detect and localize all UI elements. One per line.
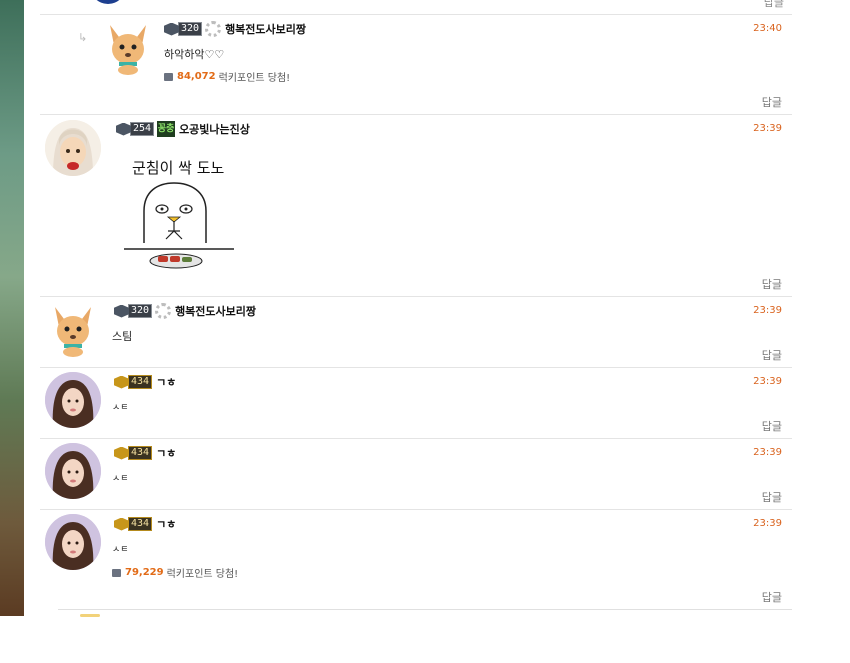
divider xyxy=(58,609,792,610)
nickname[interactable]: ㄱㅎ xyxy=(156,374,176,390)
timestamp: 23:39 xyxy=(753,518,782,529)
avatar[interactable] xyxy=(45,120,101,176)
avatar[interactable] xyxy=(45,443,101,499)
timestamp: 23:39 xyxy=(753,447,782,458)
point-text: 럭키포인트 당첨! xyxy=(218,73,291,84)
timestamp: 23:40 xyxy=(753,23,782,34)
comment-meta: 254 꽁충 오공빛나는진상 xyxy=(116,121,250,137)
next-avatar-fragment xyxy=(80,614,100,617)
level-badge: 320 xyxy=(128,304,153,318)
rank-icon xyxy=(114,446,129,460)
reply-button[interactable]: 답글 xyxy=(762,94,782,110)
reply-button[interactable]: 답글 xyxy=(764,0,784,10)
spinner-icon xyxy=(155,303,172,319)
rank-icon xyxy=(164,22,179,36)
avatar[interactable] xyxy=(45,514,101,570)
reply-button[interactable]: 답글 xyxy=(762,347,782,363)
comment-item: 254 꽁충 오공빛나는진상 23:39 군침이 싹 도노 답글 xyxy=(40,115,792,297)
rank-icon xyxy=(116,122,131,136)
comment-text: ㅅㅌ xyxy=(112,545,129,555)
previous-comment-fragment: 답글 xyxy=(40,0,792,15)
left-background-strip xyxy=(0,0,24,616)
reply-button[interactable]: 답글 xyxy=(762,276,782,292)
avatar[interactable] xyxy=(45,301,101,357)
level-badge: 254 xyxy=(130,122,155,136)
point-text: 럭키포인트 당첨! xyxy=(166,569,239,580)
comment-item: 434 ㄱㅎ 23:39 ㅅㅌ 79,229 럭키포인트 당첨! 답글 xyxy=(40,510,792,609)
avatar xyxy=(90,0,126,4)
level-badge: 434 xyxy=(128,375,153,389)
sticker-caption: 군침이 싹 도노 xyxy=(132,159,225,177)
timestamp: 23:39 xyxy=(753,376,782,387)
gift-icon xyxy=(164,72,173,81)
spinner-icon xyxy=(205,21,222,37)
gift-icon xyxy=(112,568,121,577)
avatar[interactable] xyxy=(45,372,101,428)
point-amount: 84,072 xyxy=(177,71,216,82)
nickname[interactable]: ㄱㅎ xyxy=(156,445,176,461)
lucky-point-notice: 84,072 럭키포인트 당첨! xyxy=(164,69,290,84)
comment-text: 하악하악♡♡ xyxy=(164,48,225,61)
lucky-point-notice: 79,229 럭키포인트 당첨! xyxy=(112,565,238,580)
point-amount: 79,229 xyxy=(125,567,164,578)
timestamp: 23:39 xyxy=(753,123,782,134)
rank-icon xyxy=(114,375,129,389)
level-badge: 434 xyxy=(128,446,153,460)
comment-meta: 434 ㄱㅎ xyxy=(114,516,176,532)
level-badge: 320 xyxy=(178,22,203,36)
nickname[interactable]: 행복전도사보리짱 xyxy=(225,21,306,37)
comment-item: ↳ 320 행복전도사보리짱 23:40 하악하악♡♡ 84,072 럭키포인트… xyxy=(40,15,792,115)
rank-icon xyxy=(114,517,129,531)
reply-button[interactable]: 답글 xyxy=(762,589,782,605)
reply-arrow-icon: ↳ xyxy=(78,31,88,44)
timestamp: 23:39 xyxy=(753,305,782,316)
comment-text: ㅅㅌ xyxy=(112,403,129,413)
comment-text: ㅅㅌ xyxy=(112,474,129,484)
comment-list: 답글 ↳ 320 행복전도사보리짱 23:40 하악하악♡♡ 84,072 럭키… xyxy=(40,0,792,610)
comment-meta: 434 ㄱㅎ xyxy=(114,445,176,461)
avatar[interactable] xyxy=(100,19,156,75)
comment-item: 434 ㄱㅎ 23:39 ㅅㅌ 답글 xyxy=(40,439,792,510)
reply-button[interactable]: 답글 xyxy=(762,418,782,434)
sticker-image xyxy=(124,182,234,269)
comment-item: 434 ㄱㅎ 23:39 ㅅㅌ 답글 xyxy=(40,368,792,439)
comment-text: 스팀 xyxy=(112,330,133,343)
comment-meta: 320 행복전도사보리짱 xyxy=(114,303,256,319)
nickname[interactable]: ㄱㅎ xyxy=(156,516,176,532)
comment-meta: 320 행복전도사보리짱 xyxy=(164,21,306,37)
comment-meta: 434 ㄱㅎ xyxy=(114,374,176,390)
level-badge: 434 xyxy=(128,517,153,531)
nickname[interactable]: 행복전도사보리짱 xyxy=(175,303,256,319)
user-badge: 꽁충 xyxy=(157,121,176,137)
nickname[interactable]: 오공빛나는진상 xyxy=(179,121,250,137)
reply-button[interactable]: 답글 xyxy=(762,489,782,505)
rank-icon xyxy=(114,304,129,318)
comment-item: 320 행복전도사보리짱 23:39 스팀 답글 xyxy=(40,297,792,368)
